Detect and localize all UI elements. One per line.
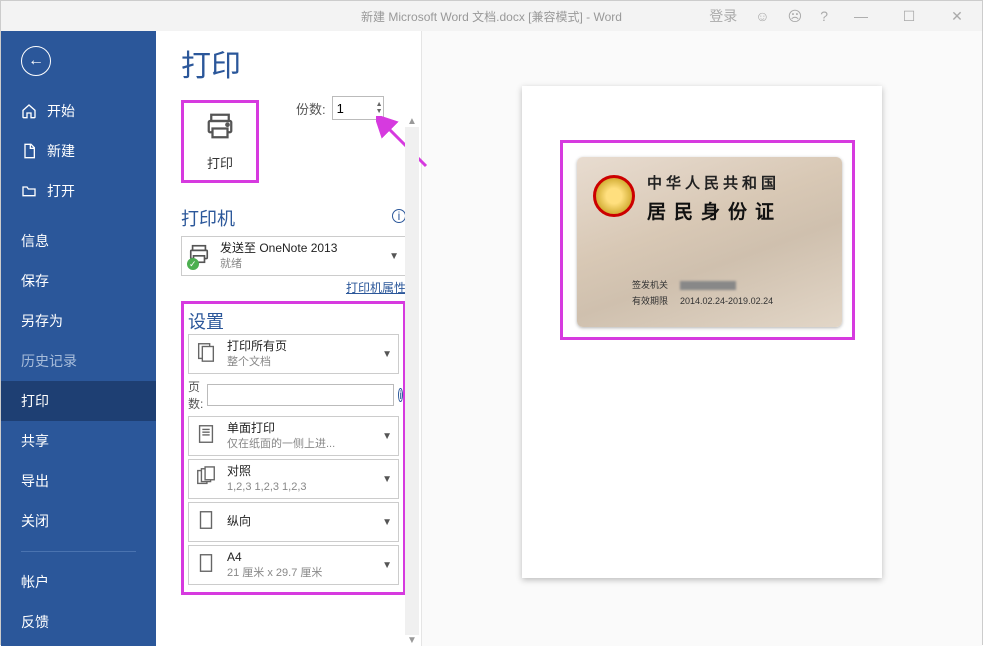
print-button[interactable]: 打印 [181,100,259,183]
sidebar-item-label: 关闭 [21,511,49,531]
settings-annotation-box: 设置 打印所有页 整个文档 ▼ 页数: i [181,301,406,595]
setting-collate[interactable]: 对照 1,2,3 1,2,3 1,2,3 ▼ [188,459,399,499]
setting-orient-title: 纵向 [227,514,382,530]
sidebar-item-label: 开始 [47,101,75,121]
chevron-down-icon: ▼ [382,349,392,360]
setting-paper-size[interactable]: A4 21 厘米 x 29.7 厘米 ▼ [188,545,399,585]
back-button[interactable]: ← [1,31,156,91]
page-title: 打印 [181,41,406,85]
portrait-icon [195,509,219,536]
sidebar-item-open[interactable]: 打开 [1,171,156,211]
maximize-button[interactable]: ☐ [894,8,924,25]
setting-orientation[interactable]: 纵向 ▼ [188,502,399,542]
setting-range-sub: 整个文档 [227,355,382,369]
sidebar-item-label: 导出 [21,471,49,491]
minimize-button[interactable]: — [846,8,876,24]
pages-label: 页数: [188,378,203,412]
setting-collate-sub: 1,2,3 1,2,3 1,2,3 [227,480,382,494]
backstage-sidebar: ← 开始 新建 打开 信息 保存 另存为 历史记录 打印 共享 导出 关闭 [1,31,156,646]
sidebar-item-home[interactable]: 开始 [1,91,156,131]
validity-value: 2014.02.24-2019.02.24 [680,296,773,306]
setting-print-range[interactable]: 打印所有页 整个文档 ▼ [188,334,399,374]
scroll-up-icon[interactable]: ▲ [407,116,417,127]
pages-info-icon[interactable]: i [398,388,403,402]
setting-paper-title: A4 [227,550,382,566]
chevron-down-icon: ▼ [389,251,399,262]
setting-duplex-title: 单面打印 [227,421,382,437]
printer-section-title: 打印机 [181,205,392,231]
paper-icon [195,552,219,579]
face-sad-icon[interactable]: ☹ [788,8,803,25]
card-title-text: 居民身份证 [647,197,782,224]
sidebar-item-label: 反馈 [21,612,49,632]
sidebar-item-label: 新建 [47,141,75,161]
pages-input[interactable] [207,384,394,406]
scroll-down-icon[interactable]: ▼ [407,635,417,646]
login-link[interactable]: 登录 [709,6,737,26]
single-side-icon [195,423,219,450]
printer-properties-link[interactable]: 打印机属性 [181,279,406,296]
open-folder-icon [21,183,37,199]
sidebar-item-label: 打印 [21,391,49,411]
authority-label: 签发机关 [632,277,680,293]
copies-spinner[interactable]: ▲▼ [376,101,383,115]
panel-scrollbar[interactable]: ▲ ▼ [405,116,419,646]
chevron-down-icon: ▼ [382,560,392,571]
window-title: 新建 Microsoft Word 文档.docx [兼容模式] - Word [361,8,622,25]
chevron-down-icon: ▼ [382,474,392,485]
sidebar-item-print[interactable]: 打印 [1,381,156,421]
sidebar-item-history[interactable]: 历史记录 [1,341,156,381]
emblem-icon [593,175,635,217]
sidebar-item-label: 保存 [21,271,49,291]
sidebar-item-account[interactable]: 帐户 [1,562,156,602]
print-preview-area: 中华人民共和国 居民身份证 签发机关 有效期限2014.02.24-2019.0… [421,31,982,646]
chevron-down-icon: ▼ [382,431,392,442]
pages-icon [195,341,219,368]
setting-collate-title: 对照 [227,464,382,480]
copies-label: 份数: [296,99,326,118]
home-icon [21,103,37,119]
sidebar-item-label: 共享 [21,431,49,451]
preview-page: 中华人民共和国 居民身份证 签发机关 有效期限2014.02.24-2019.0… [522,86,882,578]
sidebar-item-label: 帐户 [21,572,49,592]
title-bar: 新建 Microsoft Word 文档.docx [兼容模式] - Word … [1,1,982,31]
sidebar-item-saveas[interactable]: 另存为 [1,301,156,341]
settings-section-title: 设置 [188,312,224,332]
sidebar-item-close[interactable]: 关闭 [1,501,156,541]
setting-duplex-sub: 仅在纸面的一侧上进... [227,437,382,451]
new-doc-icon [21,143,37,159]
authority-value-redacted [680,281,736,290]
printer-small-icon [188,243,212,270]
back-arrow-icon: ← [21,46,51,76]
sidebar-item-new[interactable]: 新建 [1,131,156,171]
sidebar-item-label: 另存为 [21,311,63,331]
printer-status: 就绪 [220,257,389,271]
sidebar-item-export[interactable]: 导出 [1,461,156,501]
sidebar-item-label: 打开 [47,181,75,201]
print-panel: 打印 打印 份数: ▲▼ 打印机 i [156,31,421,646]
close-button[interactable]: ✕ [942,8,972,25]
id-card-image: 中华人民共和国 居民身份证 签发机关 有效期限2014.02.24-2019.0… [577,157,842,327]
help-icon[interactable]: ? [820,8,828,24]
validity-label: 有效期限 [632,293,680,309]
preview-annotation-box: 中华人民共和国 居民身份证 签发机关 有效期限2014.02.24-2019.0… [560,140,855,340]
sidebar-item-feedback[interactable]: 反馈 [1,602,156,642]
setting-duplex[interactable]: 单面打印 仅在纸面的一侧上进... ▼ [188,416,399,456]
sidebar-item-label: 信息 [21,231,49,251]
printer-icon [202,111,238,149]
card-country-text: 中华人民共和国 [647,172,782,193]
sidebar-item-save[interactable]: 保存 [1,261,156,301]
print-button-label: 打印 [202,153,238,172]
sidebar-item-info[interactable]: 信息 [1,221,156,261]
printer-dropdown[interactable]: 发送至 OneNote 2013 就绪 ▼ [181,236,406,276]
sidebar-item-share[interactable]: 共享 [1,421,156,461]
chevron-down-icon: ▼ [382,517,392,528]
face-happy-icon[interactable]: ☺ [755,8,769,24]
printer-name: 发送至 OneNote 2013 [220,241,389,257]
setting-paper-sub: 21 厘米 x 29.7 厘米 [227,566,382,580]
setting-range-title: 打印所有页 [227,339,382,355]
printer-info-icon[interactable]: i [392,209,406,223]
collate-icon [195,466,219,493]
sidebar-item-label: 历史记录 [21,351,77,371]
